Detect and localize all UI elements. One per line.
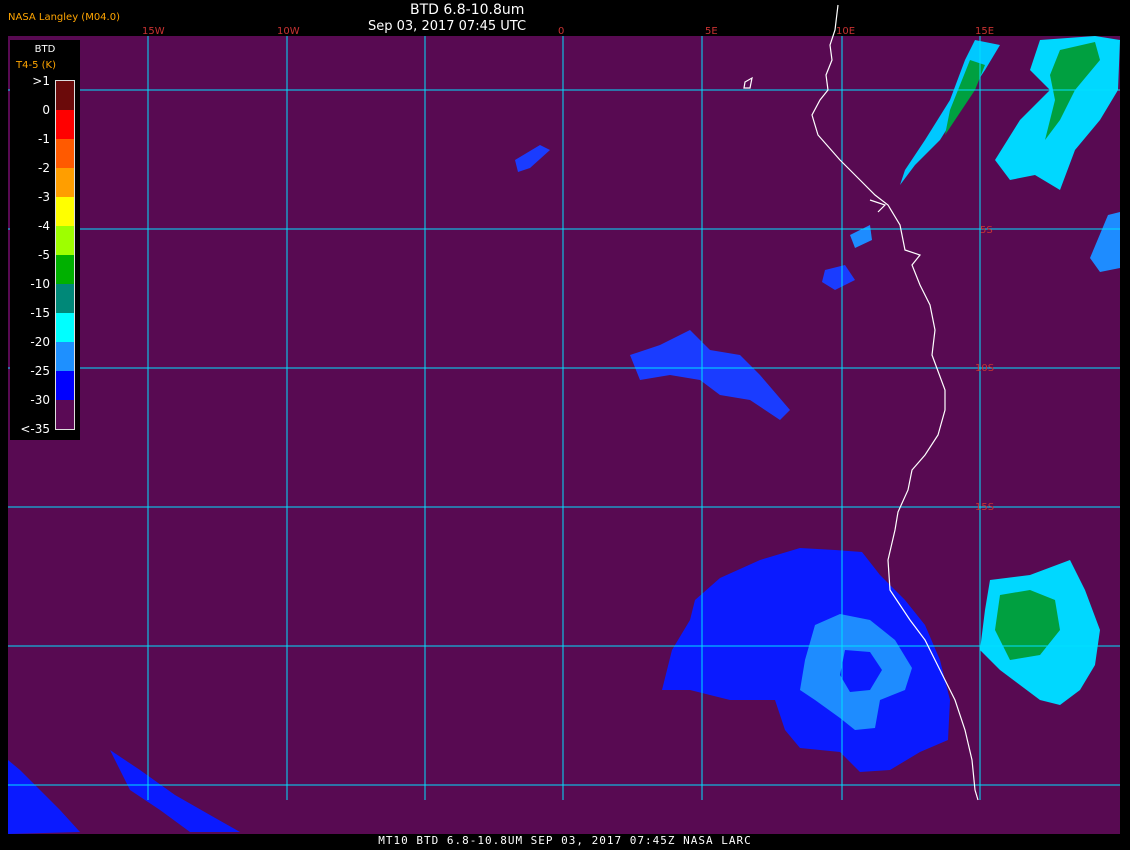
legend-frame [55,80,75,430]
satellite-map: 15W 10W 0 5E 10E 15E 5S 10S 15S [8,4,1120,834]
lon-label-5e: 5E [705,26,718,37]
legend-label: -25 [30,364,50,378]
map-background [8,36,1120,834]
legend-label: <-35 [20,422,50,436]
source-label: NASA Langley (M04.0) [8,12,120,23]
lon-label-10e: 10E [836,26,855,37]
color-legend: BTD T4-5 (K) >1 0 -1 -2 -3 -4 -5 -10 -15 -20 -25 -3… [10,40,80,440]
image-timestamp: Sep 03, 2017 07:45 UTC [368,19,527,34]
lon-label-15w: 15W [142,26,165,37]
longitude-labels: 15W 10W 0 5E 10E 15E [142,26,994,37]
legend-label: -1 [38,132,50,146]
lat-label-5s: 5S [980,225,993,236]
legend-label: -30 [30,393,50,407]
legend-subtitle: T4-5 (K) [16,60,56,71]
legend-label: -5 [38,248,50,262]
legend-title: BTD [34,44,56,55]
image-title: BTD 6.8-10.8um [410,2,525,18]
legend-label: -10 [30,277,50,291]
lon-label-15e: 15E [975,26,994,37]
legend-label: 0 [42,103,50,117]
legend-label: -2 [38,161,50,175]
lat-label-15s: 15S [975,502,994,513]
lon-label-10w: 10W [277,26,300,37]
legend-label: -20 [30,335,50,349]
footer-caption: MT10 BTD 6.8-10.8UM SEP 03, 2017 07:45Z … [378,834,752,847]
legend-label: -15 [30,306,50,320]
legend-label: -3 [38,190,50,204]
legend-label: >1 [32,74,50,88]
legend-label: -4 [38,219,50,233]
lat-label-10s: 10S [975,363,994,374]
lon-label-0: 0 [558,26,564,37]
